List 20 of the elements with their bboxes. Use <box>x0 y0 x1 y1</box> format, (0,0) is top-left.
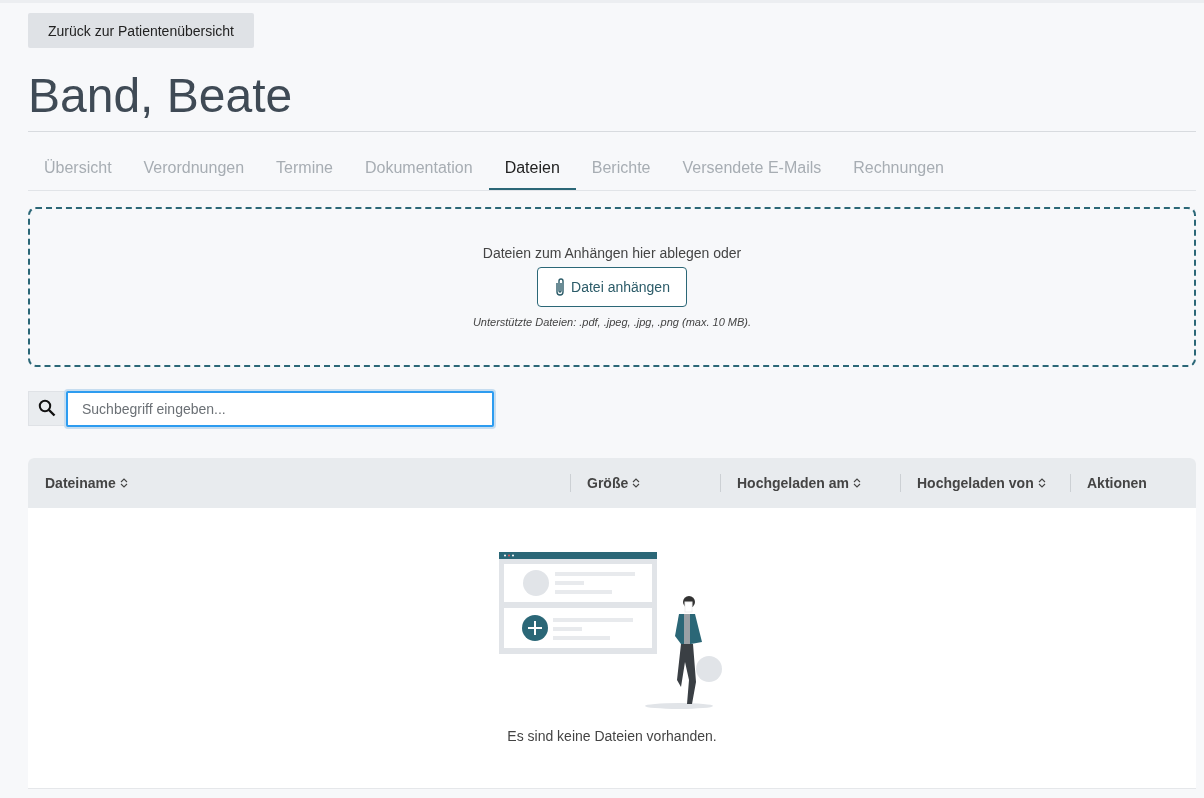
drop-prompt: Dateien zum Anhängen hier ablegen oder <box>482 245 742 262</box>
search-icon <box>38 399 56 418</box>
column-header: Aktionen <box>1070 457 1196 508</box>
back-button[interactable]: Zurück zur Patientenübersicht <box>28 13 254 48</box>
drop-zone[interactable]: Dateien zum Anhängen hier ablegen oder Datei anhängen Unterstützte Dateien: .pdf, .jpeg, .jpg, .png (max. 10 MB). <box>28 206 1196 367</box>
column-header[interactable]: Größe <box>570 457 720 508</box>
tab[interactable]: Dateien <box>488 148 576 190</box>
file-types-hint: Unterstützte Dateien: .pdf, .jpeg, .jpg, .png (max. 10 MB). <box>472 316 752 329</box>
column-header[interactable]: Hochgeladen am <box>720 457 900 508</box>
column-header[interactable]: Dateiname <box>28 457 570 508</box>
empty-message: Es sind keine Dateien vorhanden. <box>507 727 717 744</box>
sort-icon <box>1037 476 1046 489</box>
paperclip-icon <box>554 277 567 298</box>
sort-icon <box>853 476 862 489</box>
attach-file-button[interactable]: Datei anhängen <box>537 267 687 308</box>
sort-icon <box>119 476 128 489</box>
sort-icon <box>632 476 641 489</box>
patient-name: Band, Beate <box>28 70 1196 132</box>
search-field[interactable]: Suchbegriff eingeben... <box>66 390 494 427</box>
column-header[interactable]: Hochgeladen von <box>900 457 1070 508</box>
